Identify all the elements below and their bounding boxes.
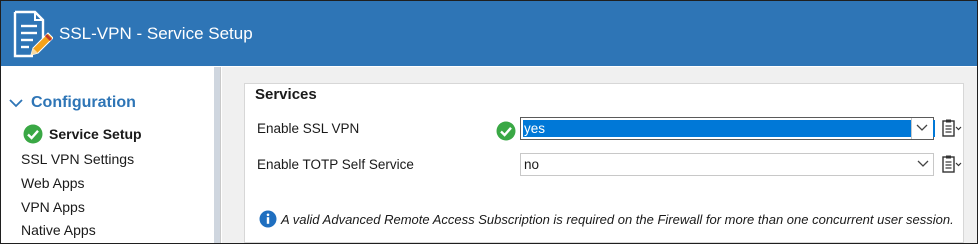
sidebar-scrollbar[interactable] [214,67,220,243]
window-title: SSL-VPN - Service Setup [59,23,253,43]
chevron-down-icon[interactable] [9,98,23,108]
enable-ssl-vpn-label: Enable SSL VPN [257,121,360,136]
document-edit-icon [13,10,53,57]
dropdown-button[interactable] [911,118,933,139]
info-icon [259,210,277,228]
info-text: A valid Advanced Remote Access Subscript… [281,211,954,227]
sidebar-item-vpn-apps[interactable]: VPN Apps [21,199,85,215]
main-content: Services Enable SSL VPN yes Enable TOTP … [222,67,977,243]
enable-ssl-vpn-select[interactable]: yes [520,117,936,140]
chevron-down-icon[interactable] [917,160,929,168]
title-bar: SSL-VPN - Service Setup [1,1,977,66]
check-circle-icon [23,124,43,144]
select-value: yes [523,120,936,137]
sidebar-item-label: Service Setup [49,126,142,142]
sidebar-section-label: Configuration [31,94,136,111]
clipboard-menu-icon[interactable] [941,118,963,140]
sidebar: Configuration Service Setup SSL VPN Sett… [3,67,221,243]
sidebar-item-service-setup[interactable]: Service Setup [23,124,142,144]
services-panel: Services Enable SSL VPN yes Enable TOTP … [244,83,964,243]
app-window: SSL-VPN - Service Setup Configuration Se… [0,0,978,244]
select-value: no [524,157,540,172]
enable-totp-select[interactable]: no [520,153,934,176]
services-title: Services [255,86,321,103]
sidebar-item-native-apps[interactable]: Native Apps [21,222,96,238]
check-circle-icon [496,121,516,141]
chevron-down-icon [916,124,928,131]
sidebar-item-web-apps[interactable]: Web Apps [21,175,85,191]
clipboard-menu-icon[interactable] [941,154,963,176]
sidebar-item-ssl-vpn-settings[interactable]: SSL VPN Settings [21,151,134,167]
enable-totp-label: Enable TOTP Self Service [257,157,414,172]
sidebar-section-configuration[interactable]: Configuration [9,94,136,112]
scrollbar-thumb[interactable] [214,67,220,243]
subscription-info: A valid Advanced Remote Access Subscript… [259,210,954,228]
